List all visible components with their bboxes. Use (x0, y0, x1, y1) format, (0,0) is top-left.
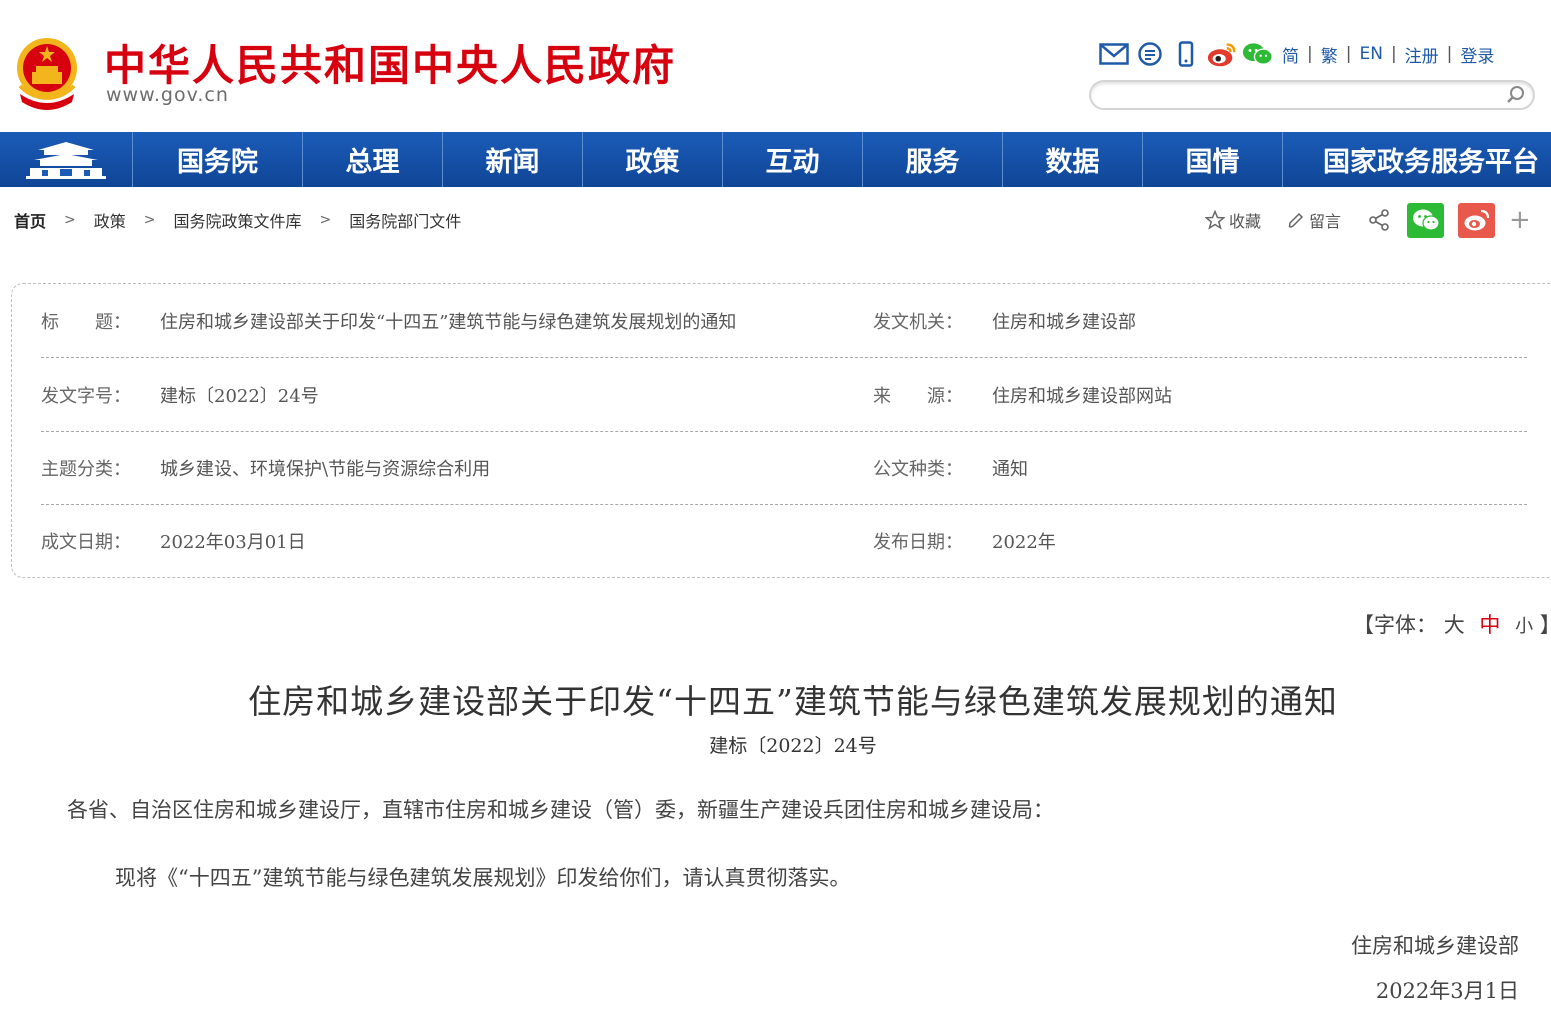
register-link[interactable]: 注册 (1405, 42, 1439, 67)
pencil-icon (1288, 212, 1304, 228)
article-title: 住房和城乡建设部关于印发“十四五”建筑节能与绿色建筑发展规划的通知 (248, 682, 1338, 721)
document-info-table: 标 题： 住房和城乡建设部关于印发“十四五”建筑节能与绿色建筑发展规划的通知 发… (11, 283, 1551, 578)
issuer-value: 住房和城乡建设部 (992, 312, 1136, 333)
article-doc-number: 建标〔2022〕24号 (709, 735, 877, 757)
nav-national-conditions[interactable]: 国情 (1143, 132, 1283, 187)
info-row-docno: 发文字号： 建标〔2022〕24号 来 源： 住房和城乡建设部网站 (41, 358, 1527, 432)
national-emblem-icon[interactable] (12, 36, 82, 112)
font-size-suffix: 】 (1540, 613, 1551, 637)
favorite-button[interactable]: 收藏 (1205, 208, 1261, 232)
weibo-icon[interactable] (1206, 40, 1238, 68)
info-row-dates: 成文日期： 2022年03月01日 发布日期： 2022年 (41, 504, 1527, 577)
main-nav: 国务院 总理 新闻 政策 互动 服务 数据 国情 国家政务服务平台 (0, 132, 1551, 187)
comment-label: 留言 (1309, 212, 1342, 231)
wechat-icon[interactable] (1242, 40, 1274, 68)
publish-date-value: 2022年 (992, 532, 1056, 553)
comment-button[interactable]: 留言 (1287, 208, 1341, 232)
font-size-small[interactable]: 小 (1515, 616, 1533, 637)
title-value: 住房和城乡建设部关于印发“十四五”建筑节能与绿色建筑发展规划的通知 (160, 312, 737, 333)
issuer-label: 发文机关： (873, 312, 963, 333)
breadcrumb-policy[interactable]: 政策 (94, 208, 126, 232)
type-value: 通知 (992, 459, 1028, 480)
search-box (1089, 80, 1535, 110)
separator: | (1390, 44, 1397, 64)
mail-icon[interactable] (1098, 40, 1130, 68)
source-label: 来 源： (873, 386, 963, 407)
docno-value: 建标〔2022〕24号 (160, 386, 319, 407)
docno-label: 发文字号： (41, 386, 131, 407)
info-row-category: 主题分类： 城乡建设、环境保护\节能与资源综合利用 公文种类： 通知 (41, 431, 1527, 505)
written-date-value: 2022年03月01日 (160, 532, 306, 553)
chevron-right-icon: > (143, 212, 156, 228)
lang-english-link[interactable]: EN (1359, 44, 1382, 64)
type-label: 公文种类： (873, 459, 963, 480)
nav-government-service-platform[interactable]: 国家政务服务平台 (1283, 132, 1551, 187)
lang-links: 简 | 繁 | EN | 注册 | 登录 (1282, 42, 1494, 67)
font-size-large[interactable]: 大 (1444, 613, 1465, 637)
site-url[interactable]: www.gov.cn (106, 84, 229, 106)
breadcrumb: 首页 > 政策 > 国务院政策文件库 > 国务院部门文件 (14, 208, 461, 232)
nav-news[interactable]: 新闻 (443, 132, 583, 187)
site-header: 中华人民共和国中央人民政府 www.gov.cn 简 | 繁 | EN | 注册… (0, 0, 1551, 132)
lang-simplified-link[interactable]: 简 (1282, 42, 1299, 67)
share-bar: 收藏 留言 + (1205, 201, 1531, 239)
star-icon (1205, 210, 1225, 230)
nav-interaction[interactable]: 互动 (723, 132, 863, 187)
publish-date-label: 发布日期： (873, 532, 963, 553)
chevron-right-icon: > (319, 212, 332, 228)
nav-services[interactable]: 服务 (863, 132, 1003, 187)
message-icon[interactable] (1134, 40, 1166, 68)
weibo-icon (1464, 209, 1489, 231)
favorite-label: 收藏 (1229, 212, 1262, 231)
mobile-icon[interactable] (1170, 40, 1202, 68)
article-paragraph: 现将《“十四五”建筑节能与绿色建筑发展规划》印发给你们，请认真贯彻落实。 (115, 866, 851, 890)
info-row-title: 标 题： 住房和城乡建设部关于印发“十四五”建筑节能与绿色建筑发展规划的通知 发… (41, 284, 1527, 358)
article-date: 2022年3月1日 (1375, 979, 1519, 1003)
tiananmen-icon[interactable] (0, 132, 133, 187)
search-icon[interactable] (1505, 84, 1527, 106)
share-icon[interactable] (1367, 208, 1395, 232)
title-label: 标 题： (41, 312, 131, 333)
font-size-control: 【字体： 大 中 小 】 (1353, 609, 1551, 639)
category-value: 城乡建设、环境保护\节能与资源综合利用 (160, 459, 491, 480)
nav-premier[interactable]: 总理 (303, 132, 443, 187)
category-label: 主题分类： (41, 459, 131, 480)
breadcrumb-department-files[interactable]: 国务院部门文件 (349, 208, 461, 232)
lang-traditional-link[interactable]: 繁 (1321, 42, 1338, 67)
wechat-share-button[interactable] (1407, 202, 1445, 238)
article-salutation: 各省、自治区住房和城乡建设厅，直辖市住房和城乡建设（管）委，新疆生产建设兵团住房… (67, 798, 1054, 822)
font-size-medium[interactable]: 中 (1479, 613, 1500, 637)
font-size-prefix: 【字体： (1353, 613, 1437, 637)
weibo-share-button[interactable] (1458, 202, 1496, 238)
login-link[interactable]: 登录 (1460, 42, 1494, 67)
separator: | (1345, 44, 1352, 64)
nav-data[interactable]: 数据 (1003, 132, 1143, 187)
breadcrumb-policy-library[interactable]: 国务院政策文件库 (174, 208, 302, 232)
separator: | (1446, 44, 1453, 64)
separator: | (1307, 44, 1313, 64)
nav-state-council[interactable]: 国务院 (133, 132, 303, 187)
source-value: 住房和城乡建设部网站 (992, 386, 1172, 407)
search-input[interactable] (1103, 85, 1507, 107)
more-share-button[interactable]: + (1509, 205, 1531, 235)
chevron-right-icon: > (64, 212, 76, 228)
written-date-label: 成文日期： (41, 532, 131, 553)
top-tools: 简 | 繁 | EN | 注册 | 登录 (1098, 38, 1494, 70)
nav-policy[interactable]: 政策 (583, 132, 723, 187)
breadcrumb-home[interactable]: 首页 (14, 208, 46, 232)
article-signer: 住房和城乡建设部 (1351, 934, 1519, 958)
wechat-icon (1412, 209, 1440, 231)
